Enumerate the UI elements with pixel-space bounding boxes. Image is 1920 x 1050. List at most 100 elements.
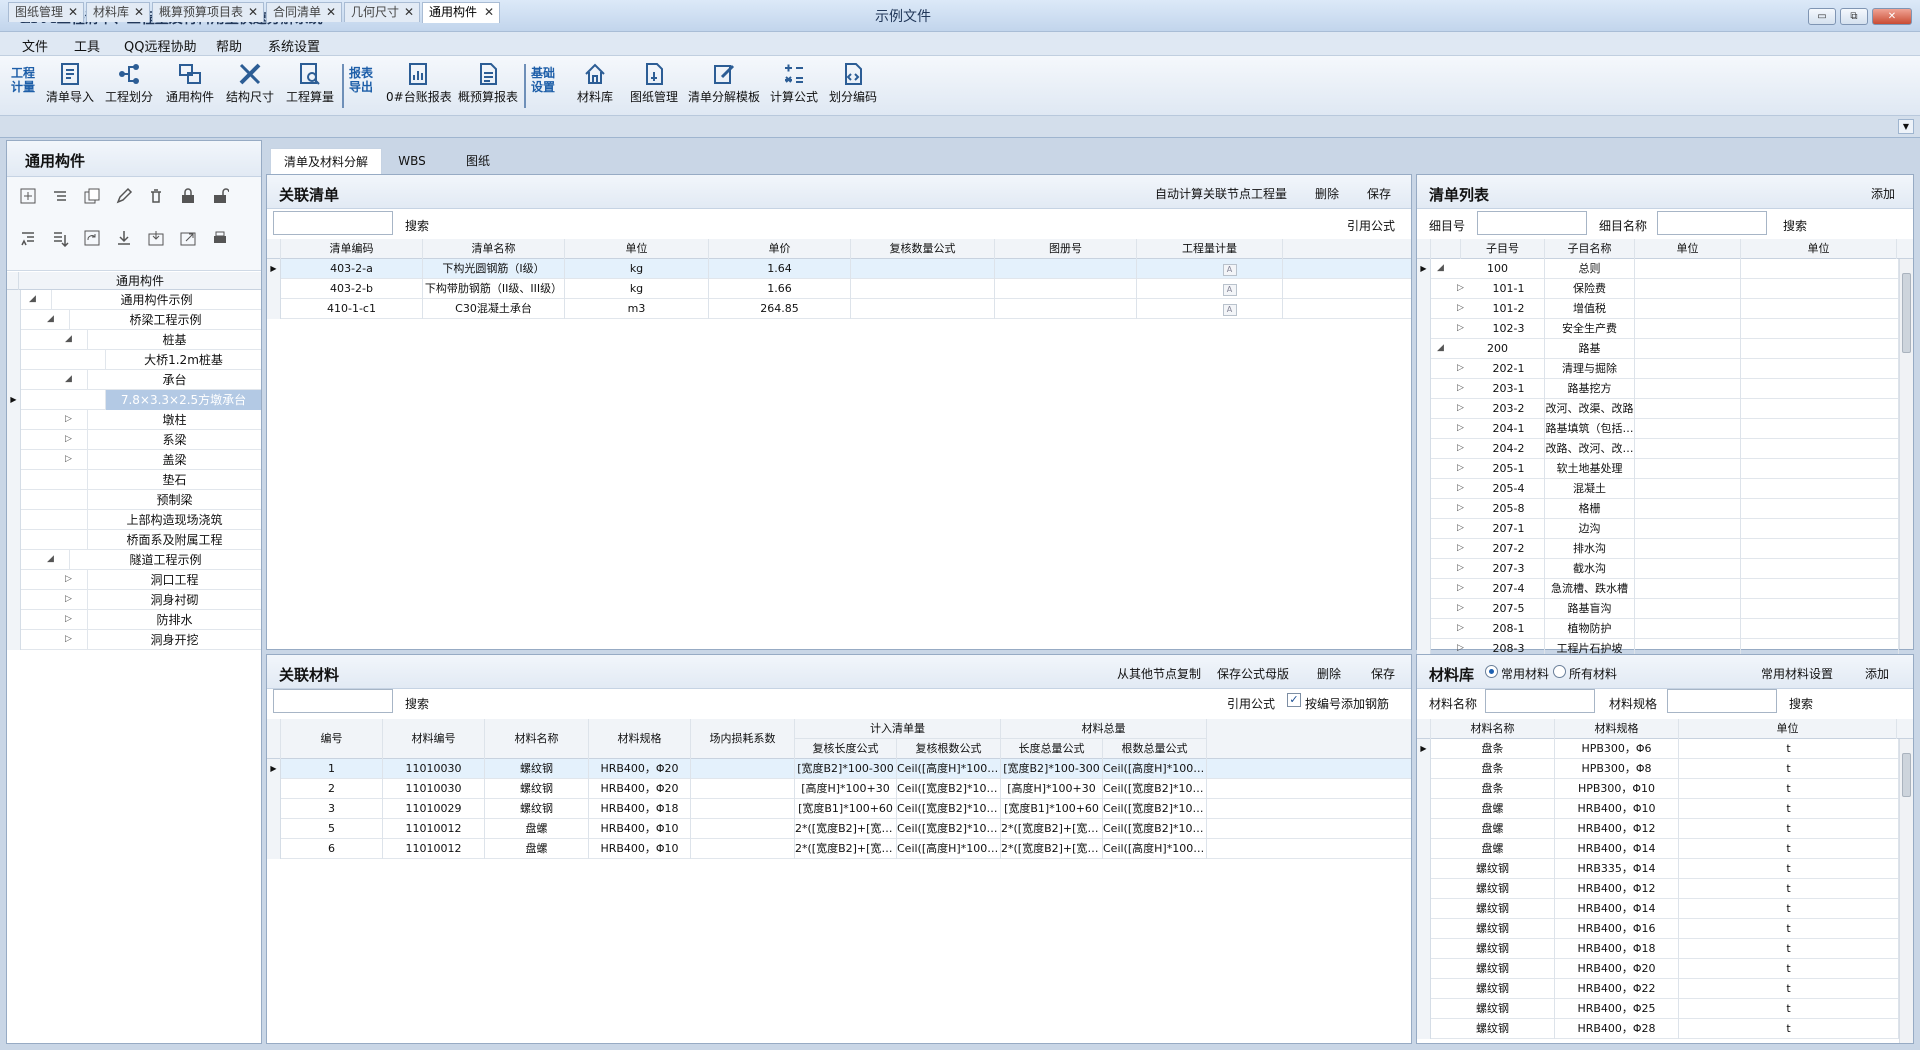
add-item-button[interactable]: 添加 bbox=[1871, 185, 1895, 202]
list-item[interactable]: 螺纹钢 HRB335，Φ14 t bbox=[1417, 859, 1899, 879]
lib-material-spec-input[interactable] bbox=[1667, 689, 1777, 713]
list-item[interactable]: 盘螺 HRB400，Φ10 t bbox=[1417, 799, 1899, 819]
list-item[interactable]: ▷ 207-3 截水沟 bbox=[1417, 559, 1899, 579]
tree-node[interactable]: 桥面系及附属工程 bbox=[7, 530, 261, 550]
list-item[interactable]: ▷ 202-1 清理与掘除 bbox=[1417, 359, 1899, 379]
list-item[interactable]: 盘条 HPB300，Φ10 t bbox=[1417, 779, 1899, 799]
tab-list-material-decomposition[interactable]: 清单及材料分解 bbox=[270, 148, 382, 174]
save-material-button[interactable]: 保存 bbox=[1371, 665, 1395, 682]
expand-toggle-icon[interactable]: ◢ bbox=[65, 374, 72, 384]
refresh-icon[interactable] bbox=[83, 229, 101, 247]
expand-toggle-icon[interactable]: ▷ bbox=[1457, 483, 1464, 493]
tree-node[interactable]: ▷ 盖梁 bbox=[7, 450, 261, 470]
table-row[interactable]: ▶ 403-2-a 下构光圆钢筋（I级） kg 1.64 A bbox=[267, 259, 1411, 279]
expand-toggle-icon[interactable]: ◢ bbox=[47, 554, 54, 564]
measure-icon[interactable]: A bbox=[1222, 304, 1237, 316]
list-item[interactable]: 螺纹钢 HRB400，Φ25 t bbox=[1417, 999, 1899, 1019]
tree-node[interactable]: ▷ 系梁 bbox=[7, 430, 261, 450]
close-button[interactable]: ✕ bbox=[1872, 8, 1912, 25]
expand-toggle-icon[interactable]: ▷ bbox=[1457, 443, 1464, 453]
measure-cell[interactable]: A bbox=[1137, 259, 1283, 279]
expand-toggle-icon[interactable]: ▷ bbox=[1457, 523, 1464, 533]
material-library-button[interactable]: 材料库 bbox=[570, 60, 620, 112]
close-tab-icon[interactable]: ✕ bbox=[248, 3, 258, 21]
tree-node[interactable]: ◢ 隧道工程示例 bbox=[7, 550, 261, 570]
list-item[interactable]: 螺纹钢 HRB400，Φ16 t bbox=[1417, 919, 1899, 939]
tree-node[interactable]: ▶ 7.8×3.3×2.5方墩承台 bbox=[7, 390, 261, 410]
import-icon[interactable] bbox=[147, 229, 165, 247]
expand-toggle-icon[interactable]: ▷ bbox=[65, 634, 72, 644]
list-item[interactable]: ▷ 203-2 改河、改渠、改路 bbox=[1417, 399, 1899, 419]
lib-search-button[interactable]: 搜索 bbox=[1789, 695, 1813, 712]
list-item[interactable]: ▷ 101-2 增值税 bbox=[1417, 299, 1899, 319]
list-item[interactable]: ▷ 207-2 排水沟 bbox=[1417, 539, 1899, 559]
list-item[interactable]: ▷ 207-5 路基盲沟 bbox=[1417, 599, 1899, 619]
structure-size-button[interactable]: 结构尺寸 bbox=[224, 60, 276, 112]
expand-toggle-icon[interactable]: ◢ bbox=[1437, 343, 1444, 353]
add-rebar-checkbox[interactable]: ✓ bbox=[1287, 693, 1301, 707]
close-tab-icon[interactable]: ✕ bbox=[404, 3, 414, 21]
minimize-button[interactable]: ▭ bbox=[1808, 8, 1836, 25]
restore-button[interactable]: ⧉ bbox=[1840, 8, 1868, 25]
expand-toggle-icon[interactable]: ▷ bbox=[1457, 423, 1464, 433]
list-item[interactable]: ▷ 205-4 混凝土 bbox=[1417, 479, 1899, 499]
expand-toggle-icon[interactable]: ▷ bbox=[65, 574, 72, 584]
copy-from-node-button[interactable]: 从其他节点复制 bbox=[1117, 665, 1201, 682]
measure-cell[interactable]: A bbox=[1137, 299, 1283, 319]
delete-material-button[interactable]: 删除 bbox=[1317, 665, 1341, 682]
expand-toggle-icon[interactable]: ▷ bbox=[1457, 283, 1464, 293]
list-item[interactable]: 盘螺 HRB400，Φ14 t bbox=[1417, 839, 1899, 859]
project-division-button[interactable]: 工程划分 bbox=[104, 60, 154, 112]
table-row[interactable]: 2 11010030 螺纹钢 HRB400，Φ20 [高度H]*100+30 Ceil([… bbox=[267, 779, 1411, 799]
expand-toggle-icon[interactable]: ▷ bbox=[1457, 583, 1464, 593]
expand-toggle-icon[interactable]: ▷ bbox=[65, 594, 72, 604]
list-search-button[interactable]: 搜索 bbox=[405, 217, 429, 234]
quantity-calc-button[interactable]: 工程算量 bbox=[284, 60, 336, 112]
copy-node-icon[interactable] bbox=[83, 187, 101, 205]
menu-qq-remote[interactable]: QQ远程协助 bbox=[124, 36, 196, 55]
item-search-button[interactable]: 搜索 bbox=[1783, 217, 1807, 234]
tree-node[interactable]: 垫石 bbox=[7, 470, 261, 490]
list-item[interactable]: 螺纹钢 HRB400，Φ18 t bbox=[1417, 939, 1899, 959]
move-up-icon[interactable] bbox=[19, 229, 37, 247]
expand-toggle-icon[interactable]: ▷ bbox=[1457, 643, 1464, 653]
measure-icon[interactable]: A bbox=[1222, 264, 1237, 276]
expand-toggle-icon[interactable]: ▷ bbox=[1457, 623, 1464, 633]
import-list-button[interactable]: 清单导入 bbox=[46, 60, 94, 112]
list-item[interactable]: ▷ 205-8 格栅 bbox=[1417, 499, 1899, 519]
list-item[interactable]: 盘螺 HRB400，Φ12 t bbox=[1417, 819, 1899, 839]
expand-toggle-icon[interactable]: ▷ bbox=[1457, 403, 1464, 413]
tab-budget-items[interactable]: 概算预算项目表 ✕ bbox=[152, 2, 264, 22]
expand-toggle-icon[interactable]: ▷ bbox=[65, 414, 72, 424]
measure-icon[interactable]: A bbox=[1222, 284, 1237, 296]
table-row[interactable]: 3 11010029 螺纹钢 HRB400，Φ18 [宽度B1]*100+60 Ceil(… bbox=[267, 799, 1411, 819]
decomposition-template-button[interactable]: 清单分解模板 bbox=[686, 60, 762, 112]
material-ref-formula-button[interactable]: 引用公式 bbox=[1227, 695, 1275, 712]
tree-node[interactable]: ▷ 防排水 bbox=[7, 610, 261, 630]
tree-node[interactable]: 大桥1.2m桩基 bbox=[7, 350, 261, 370]
print-icon[interactable] bbox=[211, 229, 229, 247]
tab-drawings[interactable]: 图纸 bbox=[446, 148, 510, 174]
tab-material-library[interactable]: 材料库 ✕ bbox=[86, 2, 150, 22]
expand-toggle-icon[interactable]: ▷ bbox=[1457, 503, 1464, 513]
division-code-button[interactable]: 划分编码 bbox=[826, 60, 880, 112]
list-item[interactable]: 盘条 HPB300，Φ8 t bbox=[1417, 759, 1899, 779]
tab-wbs[interactable]: WBS bbox=[384, 148, 440, 174]
item-code-input[interactable] bbox=[1477, 211, 1587, 235]
expand-toggle-icon[interactable]: ▷ bbox=[65, 454, 72, 464]
list-item[interactable]: ▷ 208-1 植物防护 bbox=[1417, 619, 1899, 639]
tree-node[interactable]: 上部构造现场浇筑 bbox=[7, 510, 261, 530]
list-item[interactable]: 螺纹钢 HRB400，Φ14 t bbox=[1417, 899, 1899, 919]
ref-formula-button[interactable]: 引用公式 bbox=[1347, 217, 1395, 234]
expand-toggle-icon[interactable]: ▷ bbox=[1457, 303, 1464, 313]
list-item[interactable]: ▷ 101-1 保险费 bbox=[1417, 279, 1899, 299]
close-tab-icon[interactable]: ✕ bbox=[134, 3, 144, 21]
list-item[interactable]: ▷ 204-2 改路、改河、改… bbox=[1417, 439, 1899, 459]
tabs-dropdown-icon[interactable]: ▼ bbox=[1898, 119, 1914, 134]
list-item[interactable]: ▷ 205-1 软土地基处理 bbox=[1417, 459, 1899, 479]
close-tab-icon[interactable]: ✕ bbox=[326, 3, 336, 21]
tree-node[interactable]: ◢ 通用构件示例 bbox=[7, 290, 261, 310]
tree-node[interactable]: ▷ 洞身开挖 bbox=[7, 630, 261, 650]
expand-toggle-icon[interactable]: ◢ bbox=[47, 314, 54, 324]
tab-common-component[interactable]: 通用构件 ✕ bbox=[422, 2, 500, 23]
